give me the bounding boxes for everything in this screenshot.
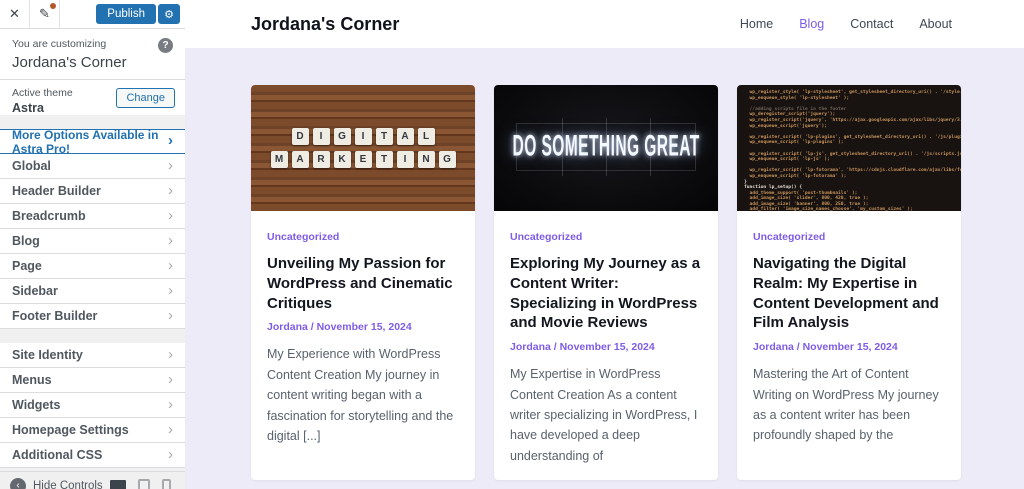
sidebar-item-homepage-settings[interactable]: Homepage Settings › xyxy=(0,418,185,443)
nav-link-about[interactable]: About xyxy=(919,17,952,31)
mobile-icon[interactable] xyxy=(162,478,171,489)
pencil-icon: ✎ xyxy=(39,6,50,21)
post-meta[interactable]: Jordana / November 15, 2024 xyxy=(510,341,702,353)
chevron-right-icon: › xyxy=(168,420,173,438)
device-preview-toggles xyxy=(110,478,171,489)
notification-dot xyxy=(50,3,56,9)
sidebar-item-additional-css[interactable]: Additional CSS › xyxy=(0,443,185,468)
close-icon: ✕ xyxy=(9,6,20,21)
sidebar-item-site-identity[interactable]: Site Identity › xyxy=(0,343,185,368)
customizing-label: You are customizing xyxy=(12,38,107,50)
post-card-2: DO SOMETHING GREAT Uncategorized Explori… xyxy=(494,85,718,481)
site-header: Jordana's Corner Home Blog Contact About xyxy=(185,0,1024,48)
sidebar-item-footer-builder[interactable]: Footer Builder › xyxy=(0,304,185,329)
sidebar-item-breadcrumb[interactable]: Breadcrumb › xyxy=(0,204,185,229)
sidebar-item-global[interactable]: Global › xyxy=(0,154,185,179)
category-link[interactable]: Uncategorized xyxy=(753,231,825,243)
chevron-right-icon: › xyxy=(168,256,173,274)
sidebar-item-header-builder[interactable]: Header Builder › xyxy=(0,179,185,204)
customizing-info-panel: You are customizing Jordana's Corner ? xyxy=(0,29,185,79)
hide-controls-label[interactable]: Hide Controls xyxy=(33,480,110,489)
post-excerpt: My Expertise in WordPress Content Creati… xyxy=(510,367,698,463)
post-grid: DIGITAL MARKETING Uncategorized Unveilin… xyxy=(185,48,1024,489)
close-customizer-button[interactable]: ✕ xyxy=(0,0,30,28)
post-title-link[interactable]: Exploring My Journey as a Content Writer… xyxy=(510,254,702,333)
category-link[interactable]: Uncategorized xyxy=(267,231,339,243)
post-card-body: Uncategorized Navigating the Digital Rea… xyxy=(737,211,961,460)
post-thumbnail-code-editor[interactable]: wp_register_style( 'lp-stylesheet', get_… xyxy=(737,85,961,211)
gear-icon: ⚙ xyxy=(164,8,174,21)
publish-button[interactable]: Publish xyxy=(96,4,156,24)
publish-settings-button[interactable]: ⚙ xyxy=(158,4,180,24)
site-title[interactable]: Jordana's Corner xyxy=(251,14,740,35)
edit-shortcuts-button[interactable]: ✎ xyxy=(30,0,60,28)
sidebar-item-menus[interactable]: Menus › xyxy=(0,368,185,393)
post-card-3: wp_register_style( 'lp-stylesheet', get_… xyxy=(737,85,961,481)
letter-tiles-row: MARKETING xyxy=(270,151,456,168)
chevron-right-icon: › xyxy=(168,306,173,324)
post-meta[interactable]: Jordana / November 15, 2024 xyxy=(267,321,459,333)
sidebar-item-sidebar[interactable]: Sidebar › xyxy=(0,279,185,304)
panel-divider xyxy=(0,329,185,343)
chevron-right-icon: › xyxy=(168,132,173,149)
customizer-footer: ‹ Hide Controls xyxy=(0,471,185,489)
chevron-right-icon: › xyxy=(168,395,173,413)
sidebar-item-blog[interactable]: Blog › xyxy=(0,229,185,254)
customizing-site-name: Jordana's Corner xyxy=(12,54,127,71)
post-card-body: Uncategorized Unveiling My Passion for W… xyxy=(251,211,475,460)
chevron-right-icon: › xyxy=(168,181,173,199)
sidebar-item-page[interactable]: Page › xyxy=(0,254,185,279)
desktop-icon[interactable] xyxy=(110,479,126,489)
post-thumbnail-neon-sign[interactable]: DO SOMETHING GREAT xyxy=(494,85,718,211)
category-link[interactable]: Uncategorized xyxy=(510,231,582,243)
customizer-topbar: ✕ ✎ Publish ⚙ xyxy=(0,0,185,29)
post-title-link[interactable]: Unveiling My Passion for WordPress and C… xyxy=(267,254,459,313)
post-card-body: Uncategorized Exploring My Journey as a … xyxy=(494,211,718,480)
chevron-right-icon: › xyxy=(168,206,173,224)
customizer-app: ✕ ✎ Publish ⚙ You are customizing Jordan… xyxy=(0,0,1024,489)
customizer-sidebar: ✕ ✎ Publish ⚙ You are customizing Jordan… xyxy=(0,0,185,489)
letter-tiles-row: DIGITAL xyxy=(291,128,435,145)
chevron-right-icon: › xyxy=(168,281,173,299)
chevron-right-icon: › xyxy=(168,156,173,174)
post-title-link[interactable]: Navigating the Digital Realm: My Experti… xyxy=(753,254,945,333)
chevron-right-icon: › xyxy=(168,345,173,363)
nav-link-blog[interactable]: Blog xyxy=(799,17,824,31)
nav-link-home[interactable]: Home xyxy=(740,17,773,31)
post-excerpt: My Experience with WordPress Content Cre… xyxy=(267,347,454,443)
chevron-right-icon: › xyxy=(168,445,173,463)
tablet-icon[interactable] xyxy=(138,478,150,489)
post-card-1: DIGITAL MARKETING Uncategorized Unveilin… xyxy=(251,85,475,481)
site-preview: Jordana's Corner Home Blog Contact About… xyxy=(185,0,1024,489)
change-theme-button[interactable]: Change xyxy=(116,87,175,108)
chevron-right-icon: › xyxy=(168,370,173,388)
nav-link-contact[interactable]: Contact xyxy=(850,17,893,31)
active-theme-panel: Active theme Astra Change xyxy=(0,79,185,115)
post-excerpt: Mastering the Art of Content Writing on … xyxy=(753,367,939,443)
astra-pro-promo-link[interactable]: More Options Available in Astra Pro! › xyxy=(0,128,185,156)
sidebar-item-widgets[interactable]: Widgets › xyxy=(0,393,185,418)
neon-sign-text: DO SOMETHING GREAT xyxy=(512,130,700,164)
help-icon[interactable]: ? xyxy=(158,38,173,53)
post-thumbnail-digital-marketing[interactable]: DIGITAL MARKETING xyxy=(251,85,475,211)
site-nav: Home Blog Contact About xyxy=(740,17,952,31)
chevron-right-icon: › xyxy=(168,231,173,249)
collapse-icon[interactable]: ‹ xyxy=(10,477,26,489)
post-meta[interactable]: Jordana / November 15, 2024 xyxy=(753,341,945,353)
